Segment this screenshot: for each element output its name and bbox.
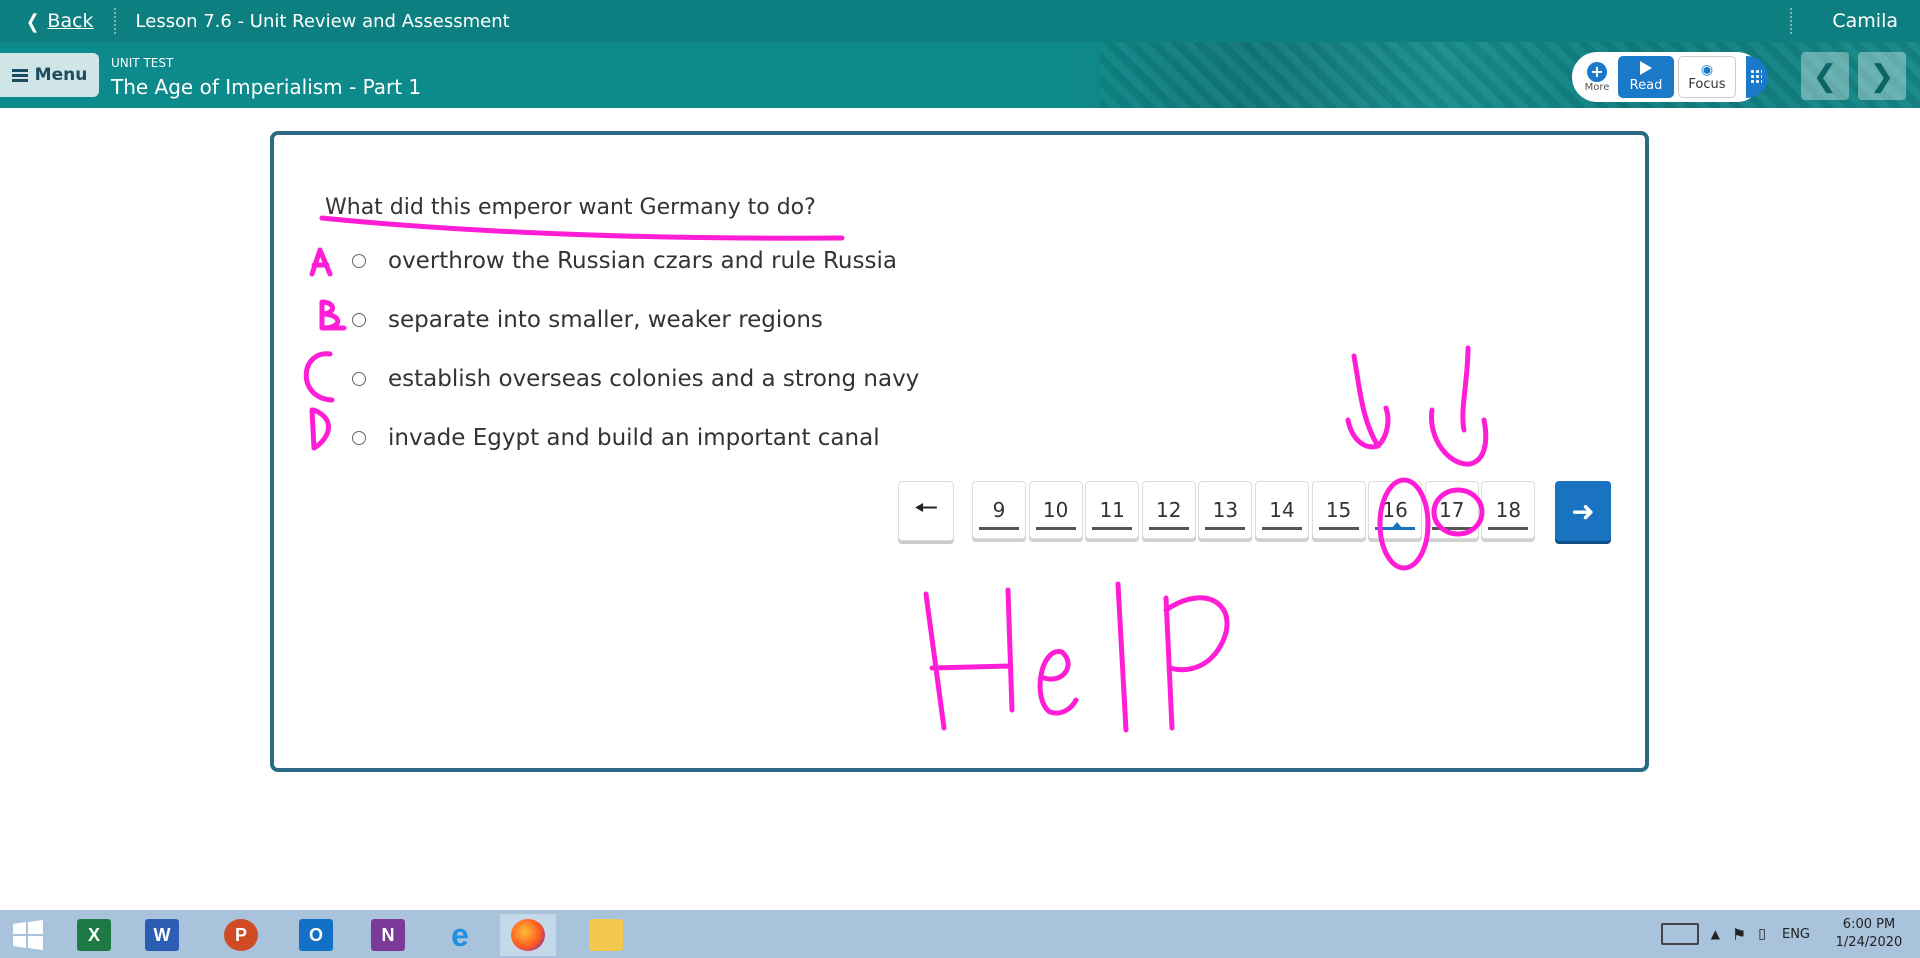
menu-label: Menu [34,65,88,85]
radio-button[interactable] [352,254,366,268]
page-number: 14 [1269,498,1295,522]
plus-icon: + [1587,61,1607,82]
more-button[interactable]: + More [1578,56,1616,98]
page-button[interactable]: 18 [1481,481,1536,539]
choice-label: establish overseas colonies and a strong… [388,366,920,392]
flag-icon[interactable]: ⚑ [1732,925,1746,944]
back-label: Back [47,10,94,32]
word-taskbar-button[interactable]: W [134,914,190,956]
page-button[interactable]: 11 [1085,481,1140,539]
internet-explorer-icon: e [451,916,469,953]
language-indicator[interactable]: ENG [1782,927,1810,942]
page-number: 16 [1382,498,1408,522]
play-icon [1640,61,1652,75]
page-button[interactable]: 14 [1254,481,1309,539]
choice-label: invade Egypt and build an important cana… [388,425,880,451]
menu-button[interactable]: Menu [0,53,99,97]
divider [113,8,116,34]
chevron-right-icon: ❯ [1869,58,1895,94]
outlook-taskbar-button[interactable]: O [288,914,344,956]
choice-a[interactable]: overthrow the Russian czars and rule Rus… [352,248,897,274]
page-button-current[interactable]: 16 [1368,481,1423,539]
question-card [270,131,1649,772]
page-button[interactable]: 9 [972,481,1026,539]
tools-panel: + More Read ◉ Focus [1572,52,1762,102]
firefox-taskbar-button[interactable] [500,914,556,956]
unit-label: UNIT TEST [111,56,174,70]
page-number: 15 [1325,498,1352,522]
chevron-up-icon[interactable]: ▲ [1711,927,1720,941]
onenote-icon: N [371,919,405,951]
focus-button[interactable]: ◉ Focus [1678,56,1736,98]
page-button[interactable]: 17 [1424,481,1479,539]
more-label: More [1584,81,1610,93]
radio-button[interactable] [352,431,366,445]
page-button[interactable]: 13 [1198,481,1253,539]
powerpoint-taskbar-button[interactable]: P [213,914,269,956]
page-number: 9 [992,498,1006,522]
page-number: 13 [1212,498,1239,522]
clock[interactable]: 6:00 PM 1/24/2020 [1828,916,1910,952]
next-page-button[interactable]: ❯ [1858,52,1906,100]
question-text: What did this emperor want Germany to do… [325,195,816,220]
page-number: 10 [1042,498,1069,522]
choice-c[interactable]: establish overseas colonies and a strong… [352,366,919,392]
sub-bar: Menu UNIT TEST The Age of Imperialism - … [0,42,1920,108]
choice-label: overthrow the Russian czars and rule Rus… [388,248,897,274]
user-name[interactable]: Camila [1832,10,1898,32]
user-area: Camila [1770,0,1920,42]
choice-label: separate into smaller, weaker regions [388,307,823,333]
windows-start-icon [13,920,43,950]
clock-time: 6:00 PM [1842,917,1896,932]
grid-icon [1750,69,1762,85]
page-button[interactable]: 15 [1311,481,1366,539]
question-pager: 9 10 11 12 13 14 15 16 17 18 [972,481,1538,539]
onenote-taskbar-button[interactable]: N [360,914,416,956]
touch-keyboard-icon[interactable] [1660,923,1699,945]
file-explorer-icon [589,919,623,951]
network-icon[interactable]: ▯ [1758,926,1766,942]
divider [1790,8,1793,34]
system-tray: ▲ ⚑ ▯ ENG 6:00 PM 1/24/2020 [1660,910,1920,958]
radio-button[interactable] [352,372,366,386]
next-question-button[interactable]: ➜ [1555,481,1611,541]
page-number: 11 [1099,498,1125,522]
radio-button[interactable] [352,313,366,327]
page-button[interactable]: 12 [1141,481,1196,539]
top-bar: ❮ Back Lesson 7.6 - Unit Review and Asse… [0,0,1920,42]
page-number: 12 [1156,498,1182,522]
hamburger-icon [11,67,28,84]
taskbar: X W P O N e ▲ ⚑ ▯ ENG 6:00 PM 1/24/2020 [0,910,1920,958]
page-button[interactable]: 10 [1028,481,1083,539]
read-button[interactable]: Read [1618,56,1674,98]
previous-page-button[interactable]: ❮ [1801,52,1849,100]
chevron-left-icon: ❮ [26,9,40,33]
lesson-title: Lesson 7.6 - Unit Review and Assessment [135,10,510,32]
unit-title: The Age of Imperialism - Part 1 [111,75,422,99]
focus-label: Focus [1688,76,1726,92]
page-number: 18 [1495,498,1522,522]
choice-d[interactable]: invade Egypt and build an important cana… [352,425,880,451]
chevron-left-icon: ❮ [1812,58,1838,94]
previous-question-button[interactable]: 🠔 [898,481,954,541]
eye-icon: ◉ [1700,61,1714,78]
firefox-icon [511,919,545,951]
page-number: 17 [1439,498,1465,522]
banner-texture [1100,42,1920,108]
excel-taskbar-button[interactable]: X [66,914,122,956]
arrow-right-icon: ➜ [1571,494,1595,528]
windows-start-button[interactable] [0,914,56,956]
excel-icon: X [77,919,111,951]
clock-date: 1/24/2020 [1835,935,1903,950]
word-icon: W [145,919,179,951]
outlook-icon: O [299,919,333,951]
internet-explorer-taskbar-button[interactable]: e [432,914,488,956]
file-explorer-taskbar-button[interactable] [578,914,634,956]
arrow-left-icon: 🠔 [913,491,939,524]
read-label: Read [1629,78,1663,93]
powerpoint-icon: P [224,919,258,951]
back-link[interactable]: ❮ Back [26,9,94,33]
choice-b[interactable]: separate into smaller, weaker regions [352,307,823,333]
